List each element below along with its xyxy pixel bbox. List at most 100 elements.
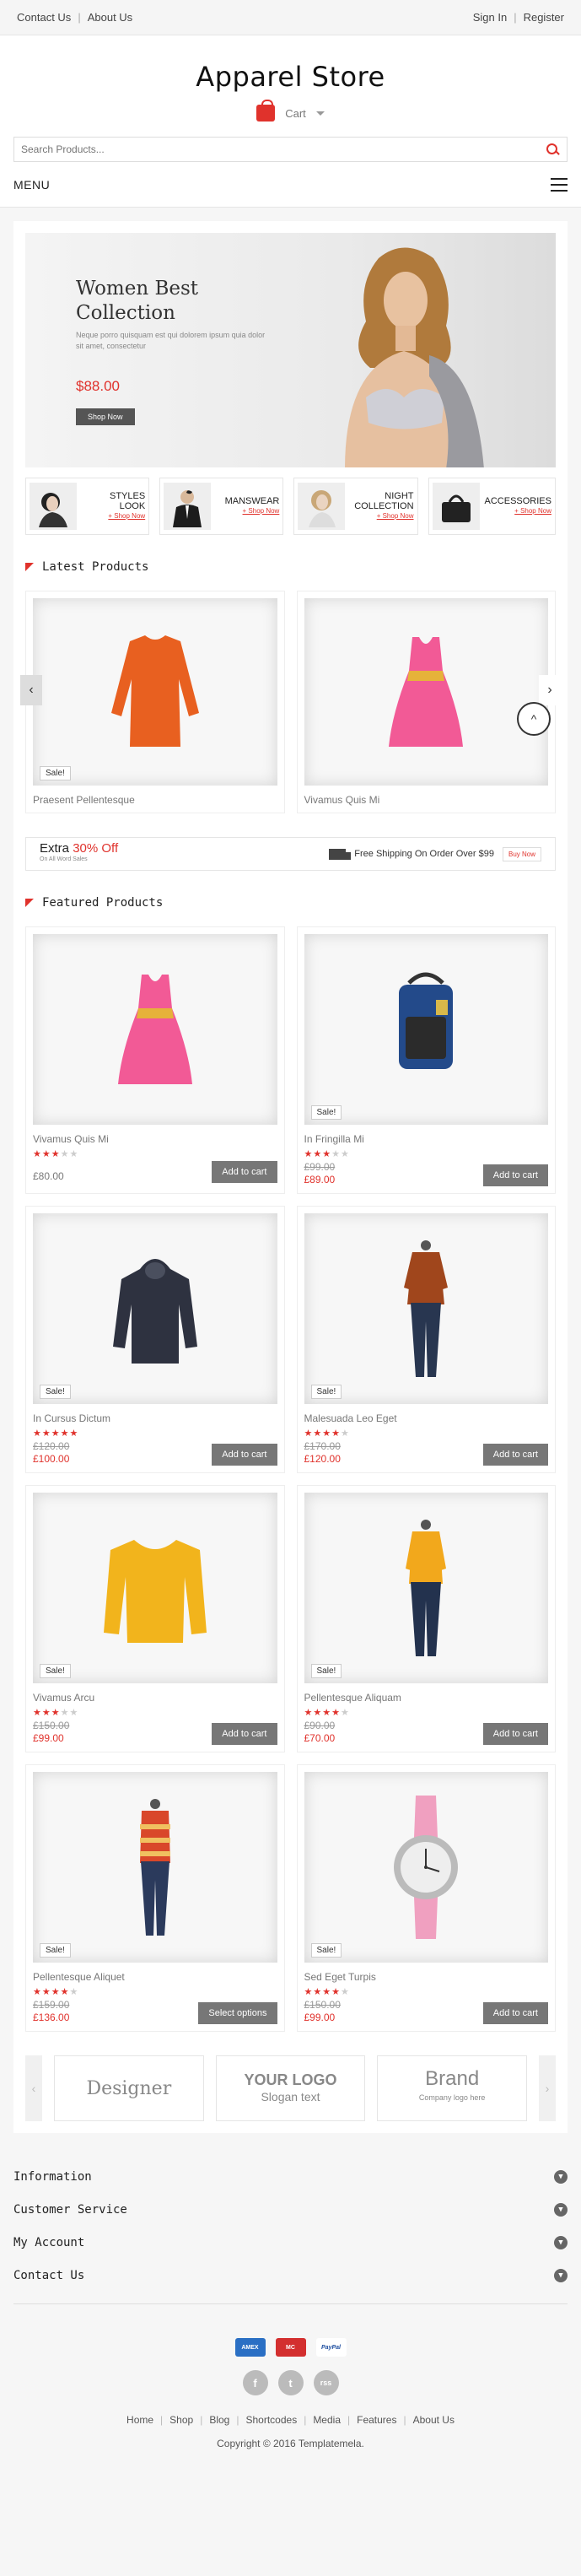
star-filled-icon: ★ [322,1987,332,1997]
add-to-cart-button[interactable]: Add to cart [482,1444,548,1466]
category-accessories[interactable]: ACCESSORIES + Shop Now [428,478,556,535]
hamburger-menu-icon[interactable] [551,177,568,192]
product-card[interactable]: Vivamus Quis Mi [296,591,556,813]
product-name[interactable]: Praesent Pellentesque [33,794,277,806]
add-to-cart-button[interactable]: Add to cart [482,1723,548,1745]
site-logo[interactable]: Apparel Store [0,61,581,93]
product-image[interactable]: Sale! [33,1772,277,1963]
footer-section-customer-service[interactable]: Customer Service ▼ [13,2193,568,2226]
product-image[interactable] [33,934,277,1125]
hero-banner[interactable]: Women Best Collection Neque porro quisqu… [25,233,556,467]
category-name: STYLES LOOK [109,491,146,511]
star-filled-icon: ★ [33,1987,42,1997]
search-icon[interactable] [545,142,560,157]
brand-logo-your-logo[interactable]: YOUR LOGO Slogan text [215,2055,366,2121]
banner-text: Neque porro quisquam est qui dolorem ips… [76,331,266,350]
footer-section-information[interactable]: Information ▼ [13,2160,568,2193]
product-name[interactable]: Pellentesque Aliquet [33,1971,277,1983]
star-filled-icon: ★ [331,1987,341,1997]
footer-link-about-us[interactable]: About Us [413,2414,455,2426]
product-image[interactable]: Sale! [33,598,277,786]
category-night-collection[interactable]: NIGHT COLLECTION + Shop Now [293,478,418,535]
product-card[interactable]: Sale! Praesent Pellentesque [25,591,285,813]
add-to-cart-button[interactable]: Add to cart [482,2002,548,2024]
footer-link-shortcodes[interactable]: Shortcodes [245,2414,297,2426]
product-name[interactable]: In Fringilla Mi [304,1133,549,1145]
select-options-button[interactable]: Select options [198,2002,277,2024]
star-filled-icon: ★ [313,1428,323,1439]
scroll-to-top-icon[interactable]: ^ [517,702,551,736]
product-card[interactable]: Sale! Malesuada Leo Eget ★★★★★ £170.00 £1… [296,1206,556,1473]
product-card[interactable]: Sale! Vivamus Arcu ★★★★★ £150.00 £99.00 A… [25,1485,285,1752]
menu-bar: MENU [0,162,581,208]
category-manswear[interactable]: MANSWEAR + Shop Now [159,478,284,535]
product-name[interactable]: In Cursus Dictum [33,1412,277,1424]
footer-section-my-account[interactable]: My Account ▼ [13,2226,568,2259]
banner-shop-now-button[interactable]: Shop Now [76,408,135,425]
search-input[interactable] [21,143,545,155]
shipping-text: Free Shipping On Order Over $99 [354,849,494,859]
star-rating: ★★★★★ [33,1428,277,1439]
category-shop-link[interactable]: + Shop Now [514,507,551,515]
footer-link-shop[interactable]: Shop [169,2414,193,2426]
star-empty-icon: ★ [60,1149,70,1159]
sign-in-link[interactable]: Sign In [473,11,507,24]
price: £136.00 [33,2012,70,2023]
product-name[interactable]: Malesuada Leo Eget [304,1412,549,1424]
product-card[interactable]: Sale! In Cursus Dictum ★★★★★ £120.00 £100… [25,1206,285,1473]
product-image[interactable]: Sale! [304,1213,548,1404]
add-to-cart-button[interactable]: Add to cart [212,1723,277,1745]
register-link[interactable]: Register [524,11,564,24]
footer-link-features[interactable]: Features [357,2414,396,2426]
product-name[interactable]: Pellentesque Aliquam [304,1692,549,1704]
category-shop-link[interactable]: + Shop Now [377,512,414,520]
star-filled-icon: ★ [60,1428,70,1439]
category-shop-link[interactable]: + Shop Now [108,512,145,520]
model-photo [345,247,484,467]
price: £80.00 [33,1170,64,1182]
add-to-cart-button[interactable]: Add to cart [212,1444,277,1466]
rss-icon[interactable]: rss [313,2370,339,2395]
product-name[interactable]: Sed Eget Turpis [304,1971,549,1983]
product-name[interactable]: Vivamus Quis Mi [33,1133,277,1145]
add-to-cart-button[interactable]: Add to cart [212,1161,277,1183]
product-card[interactable]: Sale! Pellentesque Aliquet ★★★★★ £159.00… [25,1764,285,2032]
footer-link-home[interactable]: Home [126,2414,153,2426]
category-styles-look[interactable]: STYLES LOOK + Shop Now [25,478,150,535]
cart-button[interactable]: Cart [0,100,581,122]
brand-logo-brand[interactable]: Brand Company logo here [377,2055,527,2121]
product-card[interactable]: Sale! Sed Eget Turpis ★★★★★ £150.00 £99.0… [296,1764,556,2032]
footer-divider [13,2303,568,2304]
star-rating: ★★★★★ [304,1428,549,1439]
footer-section-contact-us[interactable]: Contact Us ▼ [13,2259,568,2292]
footer-link-media[interactable]: Media [313,2414,341,2426]
product-image[interactable]: Sale! [304,934,548,1125]
brand-next-arrow-icon[interactable]: › [539,2055,556,2121]
brand-prev-arrow-icon[interactable]: ‹ [25,2055,42,2121]
carousel-next-arrow-icon[interactable]: › [539,675,561,705]
product-card[interactable]: Sale! Pellentesque Aliquam ★★★★★ £90.00 £… [296,1485,556,1752]
product-name[interactable]: Vivamus Quis Mi [304,794,549,806]
brand-carousel: ‹ Designer YOUR LOGO Slogan text Brand Com… [25,2055,556,2121]
footer-section-title: Information [13,2169,92,2184]
about-us-link[interactable]: About Us [88,11,132,24]
menu-label[interactable]: MENU [13,178,50,192]
product-image[interactable] [304,598,548,786]
star-filled-icon: ★ [322,1428,332,1439]
product-image[interactable]: Sale! [33,1213,277,1404]
footer-link-blog[interactable]: Blog [209,2414,229,2426]
facebook-icon[interactable]: f [242,2370,268,2395]
contact-us-link[interactable]: Contact Us [17,11,71,24]
product-card[interactable]: Sale! In Fringilla Mi ★★★★★ £99.00 £89.00… [296,926,556,1194]
category-shop-link[interactable]: + Shop Now [243,507,280,515]
product-name[interactable]: Vivamus Arcu [33,1692,277,1704]
product-card[interactable]: Vivamus Quis Mi ★★★★★ £80.00 Add to cart [25,926,285,1194]
product-image[interactable]: Sale! [33,1493,277,1683]
product-image[interactable]: Sale! [304,1493,548,1683]
twitter-icon[interactable]: t [277,2370,304,2395]
carousel-prev-arrow-icon[interactable]: ‹ [20,675,42,705]
add-to-cart-button[interactable]: Add to cart [482,1164,548,1186]
product-image[interactable]: Sale! [304,1772,548,1963]
brand-logo-designer[interactable]: Designer [54,2055,204,2121]
buy-now-button[interactable]: Buy Now [502,846,541,861]
